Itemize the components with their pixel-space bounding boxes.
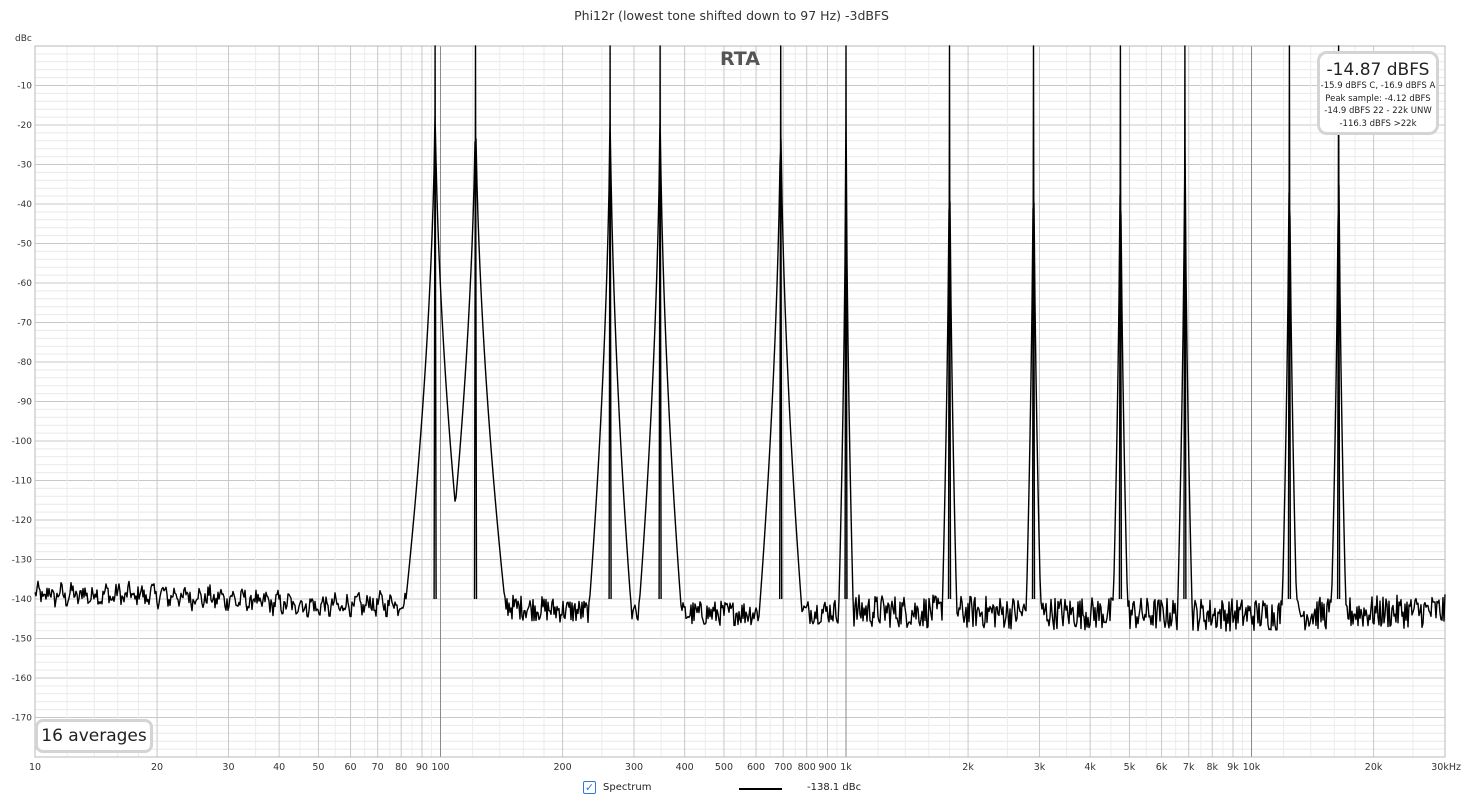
- x-tick-label: 300: [625, 762, 643, 773]
- x-tick-label: 5k: [1124, 762, 1136, 773]
- x-tick-label: 4k: [1084, 762, 1096, 773]
- x-tick-labels: 10 20 30 40 50 60 70 80 90 100 200 300 400 500 600 700 8…: [29, 762, 1461, 773]
- y-tick-label: -140: [12, 595, 33, 605]
- x-tick-label: 500: [715, 762, 733, 773]
- legend-swatch: [739, 788, 782, 790]
- x-tick-label: 6k: [1156, 762, 1168, 773]
- x-tick-label: 50: [312, 762, 324, 773]
- y-tick-label: -90: [17, 398, 32, 408]
- y-tick-label: -100: [12, 437, 33, 447]
- level-readout-line: -116.3 dBFS >22k: [1339, 118, 1417, 129]
- x-tick-label: 2k: [962, 762, 974, 773]
- y-tick-label: -10: [17, 82, 32, 92]
- level-readout-line: Peak sample: -4.12 dBFS: [1325, 93, 1431, 104]
- y-axis-unit: dBc: [15, 34, 32, 44]
- y-tick-label: -20: [17, 121, 32, 131]
- level-readout-line: -15.9 dBFS C, -16.9 dBFS A: [1320, 81, 1436, 91]
- y-tick-label: -40: [17, 200, 32, 210]
- x-tick-label: 700: [774, 762, 792, 773]
- x-tick-label: 100: [431, 762, 449, 773]
- x-tick-label: 90: [416, 762, 428, 773]
- x-tick-label: 3k: [1034, 762, 1046, 773]
- y-tick-label: -130: [12, 556, 33, 566]
- y-tick-label: -60: [17, 279, 32, 289]
- x-tick-label: 80: [395, 762, 407, 773]
- x-tick-label: 40: [273, 762, 285, 773]
- y-tick-label: -30: [17, 161, 32, 171]
- y-tick-label: -50: [17, 240, 32, 250]
- y-tick-label: -110: [12, 477, 33, 487]
- x-tick-label: 1k: [840, 762, 852, 773]
- legend-series-value: -138.1 dBc: [807, 782, 862, 793]
- level-readout-box: -14.87 dBFS -15.9 dBFS C, -16.9 dBFS A P…: [1317, 51, 1439, 135]
- x-tick-label: 10k: [1243, 762, 1261, 773]
- averages-box: 16 averages: [35, 719, 153, 753]
- x-tick-label: 8k: [1206, 762, 1218, 773]
- x-tick-label: 600: [747, 762, 765, 773]
- y-tick-labels: -10 -20 -30 -40 -50 -60 -70 -80 -90 -100 -110 -120 -…: [12, 82, 33, 724]
- level-readout-line: -14.9 dBFS 22 - 22k UNW: [1324, 106, 1432, 116]
- y-tick-label: -160: [12, 674, 33, 684]
- x-tick-label: 800: [798, 762, 816, 773]
- x-tick-label: 20: [151, 762, 163, 773]
- y-tick-label: -120: [12, 516, 33, 526]
- x-tick-label: 900: [818, 762, 836, 773]
- y-tick-label: -150: [12, 635, 33, 645]
- x-tick-label: 400: [676, 762, 694, 773]
- x-tick-label: 30: [222, 762, 234, 773]
- x-tick-label: 30kHz: [1431, 762, 1461, 773]
- x-tick-label: 200: [554, 762, 572, 773]
- legend-series-name: Spectrum: [603, 782, 652, 793]
- y-tick-label: -170: [12, 714, 33, 724]
- y-tick-label: -80: [17, 358, 32, 368]
- x-tick-label: 7k: [1183, 762, 1195, 773]
- level-readout-main: -14.87 dBFS: [1326, 60, 1430, 80]
- x-tick-label: 10: [29, 762, 41, 773]
- spectrum-plot: -10 -20 -30 -40 -50 -60 -70 -80 -90 -100 -110 -120 -…: [12, 34, 1461, 773]
- x-tick-label: 20k: [1365, 762, 1383, 773]
- x-tick-label: 70: [372, 762, 384, 773]
- y-tick-label: -70: [17, 319, 32, 329]
- grid-lines: [34, 45, 1446, 758]
- x-tick-label: 9k: [1227, 762, 1239, 773]
- x-tick-label: 60: [344, 762, 356, 773]
- spectrum-checkbox[interactable]: ✓: [583, 781, 596, 794]
- rta-label: RTA: [720, 48, 760, 70]
